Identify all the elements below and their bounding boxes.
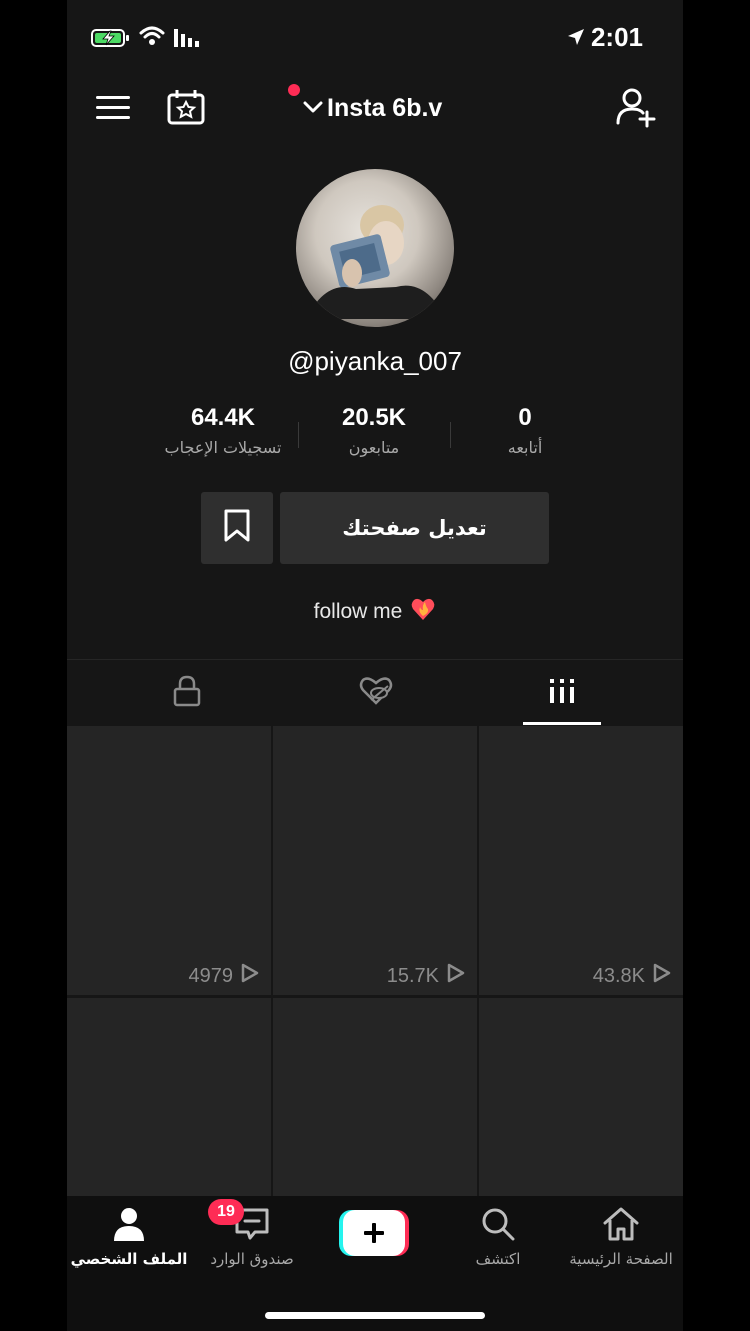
nav-profile[interactable]: الملف الشخصي <box>67 1206 194 1268</box>
nav-profile-label: الملف الشخصي <box>70 1250 188 1268</box>
tab-liked-videos[interactable] <box>273 660 478 726</box>
video-tile[interactable]: 43.8K <box>479 726 683 995</box>
calendar-star-icon[interactable] <box>167 89 205 129</box>
add-user-icon[interactable] <box>615 86 657 132</box>
view-count: 15.7K <box>387 963 465 989</box>
likes-stat[interactable]: 64.4K تسجيلات الإعجاب <box>148 404 298 457</box>
create-button[interactable] <box>339 1210 409 1256</box>
following-stat[interactable]: 0 أتابعه <box>450 404 600 457</box>
nav-discover[interactable]: اكتشف <box>433 1206 563 1268</box>
nav-discover-label: اكتشف <box>475 1250 521 1268</box>
nav-inbox-label: صندوق الوارد <box>210 1250 294 1268</box>
profile-screen: 2:01 Insta 6b.v @piyanka_007 64.4K تسجيل… <box>67 0 683 1331</box>
following-label: أتابعه <box>507 438 543 457</box>
notification-dot <box>288 84 300 96</box>
search-icon <box>480 1208 516 1246</box>
status-time: 2:01 <box>590 22 643 52</box>
view-count: 4979 <box>189 963 260 989</box>
profile-stats: 64.4K تسجيلات الإعجاب 20.5K متابعون 0 أت… <box>67 404 683 468</box>
followers-stat[interactable]: 20.5K متابعون <box>299 404 449 457</box>
wifi-icon <box>139 26 165 50</box>
bio: follow me <box>67 596 683 628</box>
video-tile[interactable] <box>273 998 477 1200</box>
signal-icon <box>173 29 203 51</box>
video-tile[interactable] <box>479 998 683 1200</box>
battery-icon <box>91 28 131 52</box>
menu-icon[interactable] <box>95 94 131 126</box>
home-indicator <box>265 1312 485 1319</box>
profile-header: Insta 6b.v <box>67 80 683 136</box>
profile-icon <box>112 1208 146 1246</box>
view-count-text: 4979 <box>188 964 234 987</box>
play-icon <box>653 963 671 989</box>
fire-heart-icon <box>410 596 436 628</box>
followers-count: 20.5K <box>341 404 407 431</box>
account-name: Insta 6b.v <box>327 93 443 122</box>
bottom-nav: الملف الشخصي صندوق الوارد 19 اكتشف الصفح… <box>67 1196 683 1331</box>
inbox-icon <box>234 1208 270 1246</box>
video-grid: 4979 15.7K 43.8K <box>67 725 683 1200</box>
bookmark-icon <box>223 509 251 547</box>
profile-actions: تعديل صفحتك <box>67 492 683 564</box>
tab-private-videos[interactable] <box>84 660 289 726</box>
following-count: 0 <box>518 404 532 431</box>
tab-videos[interactable] <box>459 660 664 726</box>
favorites-button[interactable] <box>201 492 273 564</box>
video-tile[interactable]: 4979 <box>67 726 271 995</box>
likes-label: تسجيلات الإعجاب <box>164 438 282 457</box>
avatar[interactable] <box>296 169 454 327</box>
lock-icon <box>173 675 201 711</box>
play-icon <box>241 963 259 989</box>
view-count-text: 43.8K <box>592 964 645 987</box>
video-tile[interactable] <box>67 998 271 1200</box>
account-switcher[interactable]: Insta 6b.v <box>303 88 442 128</box>
likes-count: 64.4K <box>190 404 256 431</box>
grid-icon <box>548 677 576 709</box>
bio-text: follow me <box>313 600 403 623</box>
followers-label: متابعون <box>348 438 400 457</box>
nav-home[interactable]: الصفحة الرئيسية <box>556 1206 683 1268</box>
video-tile[interactable]: 15.7K <box>273 726 477 995</box>
location-icon <box>567 28 585 50</box>
play-icon <box>447 963 465 989</box>
heart-hidden-icon <box>359 676 393 710</box>
home-icon <box>602 1207 640 1246</box>
inbox-badge: 19 <box>208 1199 244 1225</box>
content-tabs <box>67 659 683 725</box>
chevron-down-icon <box>303 99 323 118</box>
username: @piyanka_007 <box>288 346 462 376</box>
nav-home-label: الصفحة الرئيسية <box>569 1250 673 1268</box>
status-bar: 2:01 <box>67 0 683 72</box>
nav-inbox[interactable]: صندوق الوارد <box>187 1206 317 1268</box>
edit-profile-button[interactable]: تعديل صفحتك <box>280 492 549 564</box>
view-count: 43.8K <box>593 963 671 989</box>
view-count-text: 15.7K <box>386 964 439 987</box>
